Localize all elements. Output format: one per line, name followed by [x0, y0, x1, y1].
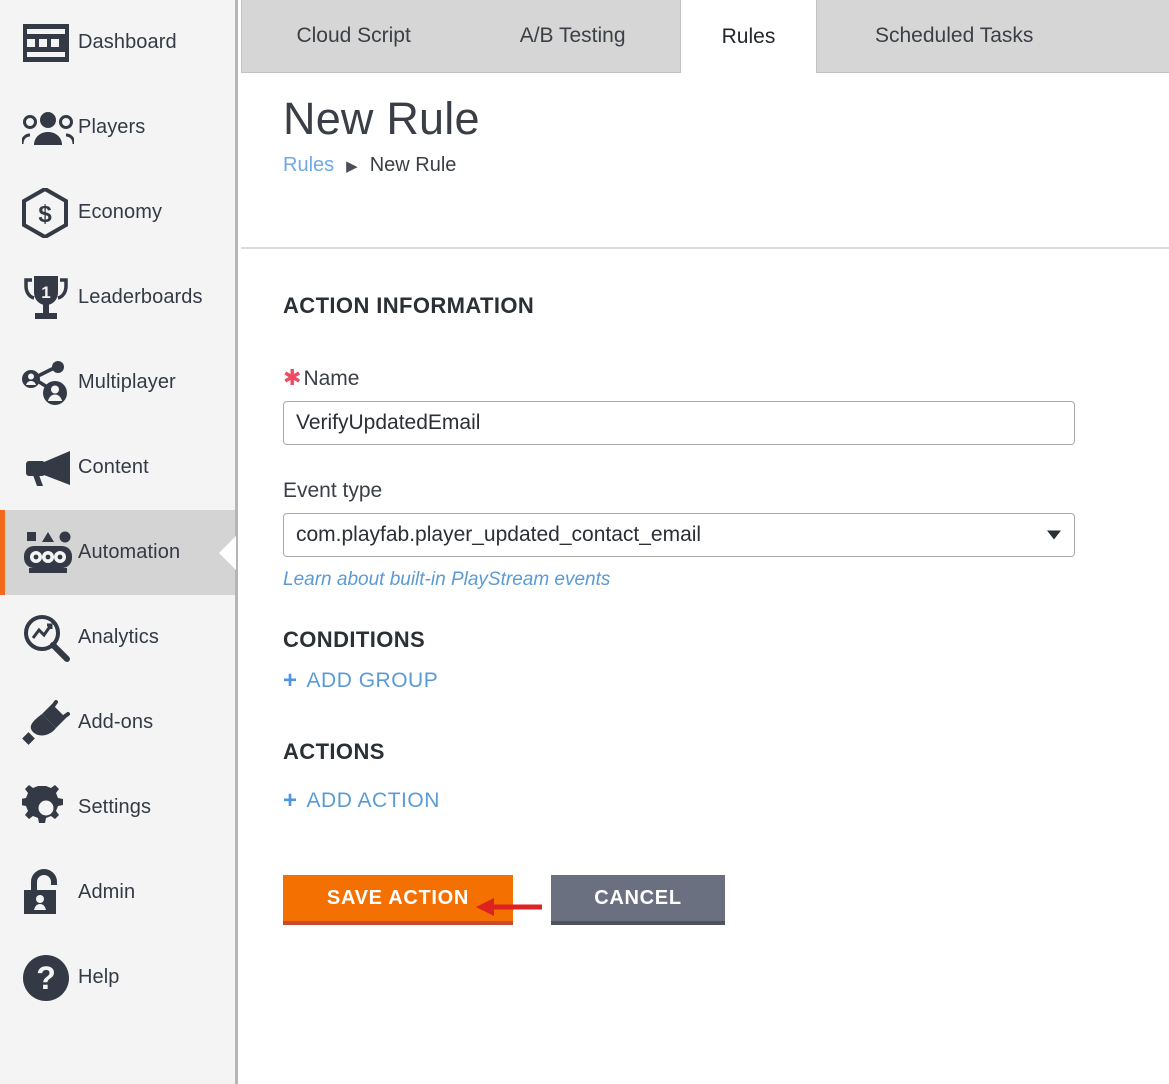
breadcrumb: Rules ▶ New Rule: [283, 154, 1169, 177]
tab-cloud-script[interactable]: Cloud Script: [296, 24, 410, 48]
sidebar-item-label: Help: [78, 966, 120, 989]
svg-text:$: $: [38, 201, 52, 228]
sidebar-item-content[interactable]: Content: [0, 425, 235, 510]
tab-ab-testing[interactable]: A/B Testing: [520, 24, 626, 48]
event-type-label-text: Event type: [283, 479, 382, 503]
leaderboards-icon: 1: [22, 272, 78, 324]
sidebar-item-dashboard[interactable]: Dashboard: [0, 0, 235, 85]
plus-icon: +: [283, 789, 298, 813]
name-input[interactable]: [283, 401, 1075, 445]
sidebar-item-label: Content: [78, 456, 149, 479]
name-label-text: Name: [303, 367, 359, 391]
add-action-button[interactable]: + ADD ACTION: [283, 789, 440, 813]
dashboard-icon: [22, 17, 78, 69]
sidebar-item-admin[interactable]: Admin: [0, 850, 235, 935]
main-content: Cloud Script A/B Testing Rules Scheduled…: [241, 0, 1169, 1084]
breadcrumb-current: New Rule: [370, 154, 457, 177]
app-root: Dashboard Players $: [0, 0, 1169, 1084]
plus-icon: +: [283, 669, 298, 693]
players-icon: [22, 102, 78, 154]
cancel-button[interactable]: CANCEL: [551, 875, 725, 925]
sidebar-item-label: Add-ons: [78, 711, 153, 734]
sidebar-item-automation[interactable]: Automation: [0, 510, 235, 595]
tab-rules-label: Rules: [722, 25, 776, 49]
rule-form: ACTION INFORMATION ✱ Name Event type Lea…: [241, 249, 1169, 925]
add-group-label: ADD GROUP: [307, 669, 439, 693]
sidebar-item-label: Players: [78, 116, 145, 139]
content-icon: [22, 442, 78, 494]
tab-group-left: Cloud Script A/B Testing: [241, 0, 681, 73]
sidebar-item-label: Admin: [78, 881, 135, 904]
sidebar-item-label: Multiplayer: [78, 371, 176, 394]
multiplayer-icon: [22, 357, 78, 409]
help-question-icon: ?: [22, 952, 78, 1004]
tab-bar: Cloud Script A/B Testing Rules Scheduled…: [241, 0, 1169, 73]
sidebar-item-players[interactable]: Players: [0, 85, 235, 170]
tab-group-right: Scheduled Tasks: [816, 0, 1169, 73]
tab-rules[interactable]: Rules: [681, 0, 816, 73]
sidebar-item-label: Dashboard: [78, 31, 177, 54]
section-heading-conditions: CONDITIONS: [283, 627, 1169, 653]
form-button-row: SAVE ACTION CANCEL: [283, 875, 1169, 925]
sidebar-item-label: Economy: [78, 201, 162, 224]
section-conditions: CONDITIONS + ADD GROUP: [283, 627, 1169, 693]
sidebar-item-help[interactable]: ? Help: [0, 935, 235, 1020]
sidebar-item-label: Settings: [78, 796, 151, 819]
sidebar-item-leaderboards[interactable]: 1 Leaderboards: [0, 255, 235, 340]
breadcrumb-separator-icon: ▶: [346, 157, 358, 175]
field-name: ✱ Name: [283, 367, 1169, 445]
sidebar-item-settings[interactable]: Settings: [0, 765, 235, 850]
playstream-events-link[interactable]: Learn about built-in PlayStream events: [283, 569, 610, 591]
automation-icon: [22, 527, 78, 579]
sidebar-item-multiplayer[interactable]: Multiplayer: [0, 340, 235, 425]
event-type-select[interactable]: [283, 513, 1075, 557]
sidebar-item-label: Automation: [78, 541, 180, 564]
sidebar-item-economy[interactable]: $ Economy: [0, 170, 235, 255]
active-item-arrow-icon: [219, 536, 236, 570]
svg-text:?: ?: [36, 960, 56, 996]
tab-scheduled-tasks[interactable]: Scheduled Tasks: [875, 24, 1033, 48]
sidebar-item-analytics[interactable]: Analytics: [0, 595, 235, 680]
section-action-information: ACTION INFORMATION: [283, 249, 1169, 319]
unlocked-padlock-icon: [22, 867, 78, 919]
page-title: New Rule: [283, 95, 1169, 142]
sidebar-item-addons[interactable]: Add-ons: [0, 680, 235, 765]
breadcrumb-parent-link[interactable]: Rules: [283, 154, 334, 177]
required-asterisk-icon: ✱: [283, 367, 301, 389]
page-header: New Rule Rules ▶ New Rule: [241, 73, 1169, 249]
svg-text:1: 1: [41, 283, 50, 302]
section-actions: ACTIONS + ADD ACTION: [283, 739, 1169, 813]
name-field-label: ✱ Name: [283, 367, 1169, 391]
analytics-icon: [22, 612, 78, 664]
field-event-type: Event type Learn about built-in PlayStre…: [283, 479, 1169, 591]
add-group-button[interactable]: + ADD GROUP: [283, 669, 438, 693]
economy-icon: $: [22, 187, 78, 239]
sidebar-item-label: Leaderboards: [78, 286, 203, 309]
sidebar-item-label: Analytics: [78, 626, 159, 649]
sidebar: Dashboard Players $: [0, 0, 238, 1084]
add-action-label: ADD ACTION: [307, 789, 440, 813]
section-heading-action-information: ACTION INFORMATION: [283, 293, 1169, 319]
section-heading-actions: ACTIONS: [283, 739, 1169, 765]
event-type-select-wrapper: [283, 513, 1075, 557]
save-action-button[interactable]: SAVE ACTION: [283, 875, 513, 925]
addons-icon: [22, 697, 78, 749]
event-type-field-label: Event type: [283, 479, 1169, 503]
gear-icon: [22, 782, 78, 834]
